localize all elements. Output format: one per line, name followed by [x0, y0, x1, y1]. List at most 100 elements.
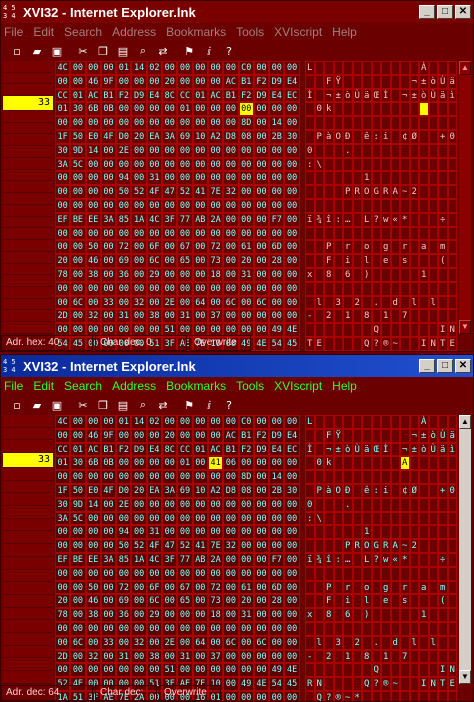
text-char-cell[interactable] [371, 240, 381, 255]
hex-byte-cell[interactable]: 8D [238, 116, 254, 130]
hex-byte-cell[interactable]: 00 [284, 621, 300, 636]
text-char-cell[interactable] [324, 61, 334, 75]
text-char-cell[interactable] [381, 428, 391, 443]
text-char-cell[interactable] [447, 511, 457, 526]
hex-byte-cell[interactable]: 47 [162, 185, 178, 199]
text-char-cell[interactable]: 0 [447, 129, 457, 144]
text-char-cell[interactable] [409, 309, 419, 324]
hex-byte-cell[interactable]: 00 [116, 281, 132, 296]
text-char-cell[interactable] [390, 226, 400, 241]
hex-byte-cell[interactable]: 00 [85, 525, 101, 540]
text-char-cell[interactable] [390, 102, 400, 117]
hex-byte-cell[interactable]: 00 [223, 102, 239, 117]
text-char-cell[interactable] [438, 566, 448, 581]
hex-byte-cell[interactable]: 2E [162, 295, 178, 310]
text-char-cell[interactable] [324, 281, 334, 296]
hex-byte-cell[interactable]: 50 [85, 240, 101, 255]
text-char-cell[interactable] [447, 621, 457, 636]
hex-byte-cell[interactable]: 00 [238, 212, 254, 227]
text-char-cell[interactable] [333, 281, 343, 296]
hex-byte-cell[interactable]: D9 [131, 88, 147, 103]
text-char-cell[interactable] [371, 580, 381, 595]
hex-byte-cell[interactable]: 8D [238, 470, 254, 484]
hex-byte-cell[interactable]: 6C [70, 635, 86, 650]
text-char-cell[interactable] [447, 525, 457, 540]
hex-byte-cell[interactable]: 00 [131, 497, 147, 512]
text-char-cell[interactable] [352, 428, 362, 443]
hex-byte-cell[interactable]: AC [85, 442, 101, 457]
text-char-cell[interactable]: Œ [371, 88, 381, 103]
hex-byte-cell[interactable]: 00 [269, 456, 285, 471]
text-char-cell[interactable]: Ù [438, 74, 448, 89]
hex-byte-cell[interactable]: 00 [269, 157, 285, 172]
hex-byte-cell[interactable]: 00 [284, 281, 300, 296]
hex-byte-cell[interactable]: B1 [100, 88, 117, 103]
hex-byte-cell[interactable]: 00 [253, 456, 270, 471]
hex-byte-cell[interactable]: 00 [162, 143, 178, 158]
hex-byte-cell[interactable]: 00 [284, 198, 300, 213]
text-char-cell[interactable]: P [324, 240, 334, 255]
text-char-cell[interactable]: Ì [305, 88, 315, 103]
text-char-cell[interactable] [400, 226, 410, 241]
hex-byte-cell[interactable]: 32 [223, 185, 239, 199]
text-char-cell[interactable] [428, 185, 438, 199]
text-char-cell[interactable] [371, 281, 381, 296]
hex-byte-cell[interactable]: 00 [238, 143, 254, 158]
hex-byte-cell[interactable]: 01 [116, 415, 132, 429]
text-char-cell[interactable] [428, 102, 438, 117]
hex-byte-cell[interactable]: 14 [269, 116, 285, 130]
hex-byte-cell[interactable]: 00 [100, 608, 117, 622]
hex-byte-cell[interactable]: 00 [253, 212, 270, 227]
hex-byte-cell[interactable]: 01 [177, 456, 193, 471]
text-char-cell[interactable]: ò [343, 442, 353, 457]
text-char-cell[interactable]: R [381, 539, 391, 553]
hex-byte-cell[interactable]: 01 [116, 61, 132, 75]
text-char-cell[interactable] [381, 116, 391, 130]
text-char-cell[interactable]: 0 [314, 102, 324, 117]
hex-byte-cell[interactable]: 00 [131, 663, 147, 678]
text-char-cell[interactable] [381, 74, 391, 89]
title-bar[interactable]: 4 53 4 XVI32 - Internet Explorer.lnk _ □… [1, 1, 473, 23]
text-char-cell[interactable] [381, 171, 391, 186]
text-char-cell[interactable]: à [324, 129, 334, 144]
text-char-cell[interactable] [314, 116, 324, 130]
hex-byte-cell[interactable]: F2 [253, 428, 270, 443]
hex-byte-cell[interactable]: 00 [207, 470, 224, 484]
hex-byte-cell[interactable]: 52 [131, 539, 147, 553]
hex-byte-cell[interactable]: 1F [55, 483, 71, 498]
hex-byte-cell[interactable]: 00 [207, 198, 224, 213]
text-char-cell[interactable] [352, 116, 362, 130]
hex-byte-cell[interactable]: 00 [253, 198, 270, 213]
text-char-cell[interactable]: F [324, 74, 334, 89]
text-char-cell[interactable] [314, 171, 324, 186]
hex-byte-cell[interactable]: 4C [146, 552, 163, 567]
hex-byte-cell[interactable]: 64 [192, 635, 208, 650]
hex-byte-cell[interactable]: 00 [192, 281, 208, 296]
hex-byte-cell[interactable]: 50 [85, 580, 101, 595]
text-char-cell[interactable]: 1 [362, 171, 372, 186]
text-char-cell[interactable]: 8 [324, 608, 334, 622]
text-char-cell[interactable] [371, 497, 381, 512]
hex-byte-cell[interactable]: 00 [284, 566, 300, 581]
text-char-cell[interactable] [428, 415, 438, 429]
hex-byte-cell[interactable]: 31 [238, 608, 254, 622]
text-char-cell[interactable]: ÷ [438, 212, 448, 227]
text-char-cell[interactable] [352, 226, 362, 241]
open-folder-icon[interactable]: ▰ [27, 399, 47, 412]
text-char-cell[interactable]: r [400, 240, 410, 255]
hex-byte-cell[interactable]: 9F [100, 428, 117, 443]
text-char-cell[interactable] [314, 442, 324, 457]
text-char-cell[interactable] [333, 198, 343, 213]
hex-byte-cell[interactable]: 00 [238, 649, 254, 664]
text-char-cell[interactable]: l [428, 295, 438, 310]
hex-byte-cell[interactable]: 38 [85, 267, 101, 282]
hex-byte-cell[interactable]: 46 [85, 428, 101, 443]
text-char-cell[interactable] [362, 415, 372, 429]
hex-byte-cell[interactable]: 00 [55, 74, 71, 89]
hex-byte-cell[interactable]: 00 [177, 171, 193, 186]
hex-byte-cell[interactable]: 00 [192, 621, 208, 636]
hex-byte-cell[interactable]: 00 [269, 649, 285, 664]
text-char-cell[interactable]: + [438, 483, 448, 498]
text-char-cell[interactable] [438, 267, 448, 282]
text-char-cell[interactable] [314, 143, 324, 158]
